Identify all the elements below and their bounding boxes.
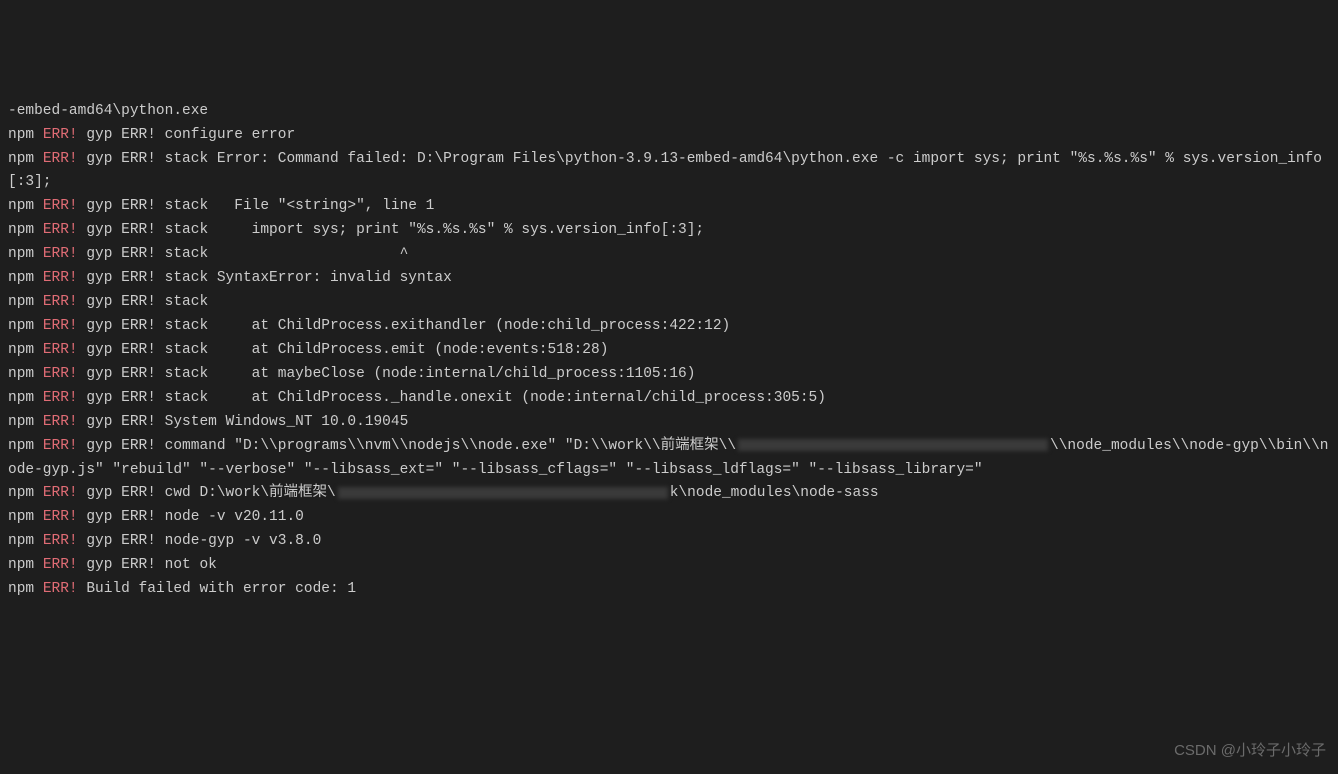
line-text: gyp ERR! command "D:\\programs\\nvm\\nod… (78, 438, 736, 454)
line-text: gyp ERR! stack at maybeClose (node:inter… (78, 366, 696, 382)
npm-prefix: npm (8, 533, 43, 549)
line-text: gyp ERR! stack at ChildProcess.exithandl… (78, 318, 731, 334)
err-label: ERR! (43, 366, 78, 382)
terminal-line: -embed-amd64\python.exe (8, 100, 1330, 124)
npm-prefix: npm (8, 151, 43, 167)
line-text: gyp ERR! not ok (78, 557, 217, 573)
line-text: gyp ERR! cwd D:\work\前端框架\ (78, 485, 336, 501)
line-text: gyp ERR! node -v v20.11.0 (78, 509, 304, 525)
err-label: ERR! (43, 222, 78, 238)
watermark-text: CSDN @小玲子小玲子 (1174, 739, 1326, 764)
npm-prefix: npm (8, 342, 43, 358)
line-text: gyp ERR! stack (78, 294, 209, 310)
npm-prefix: npm (8, 127, 43, 143)
terminal-line: npm ERR! gyp ERR! stack File "<string>",… (8, 195, 1330, 219)
err-label: ERR! (43, 485, 78, 501)
terminal-output: -embed-amd64\python.exe npm ERR! gyp ERR!… (8, 100, 1330, 602)
terminal-line: npm ERR! Build failed with error code: 1 (8, 578, 1330, 602)
line-text: gyp ERR! stack import sys; print "%s.%s.… (78, 222, 705, 238)
terminal-line: npm ERR! gyp ERR! stack at ChildProcess.… (8, 387, 1330, 411)
terminal-line: npm ERR! gyp ERR! stack ^ (8, 243, 1330, 267)
err-label: ERR! (43, 557, 78, 573)
line-text: gyp ERR! stack Error: Command failed: D:… (8, 151, 1322, 191)
npm-prefix: npm (8, 270, 43, 286)
err-label: ERR! (43, 581, 78, 597)
err-label: ERR! (43, 509, 78, 525)
err-label: ERR! (43, 318, 78, 334)
terminal-line: npm ERR! gyp ERR! node-gyp -v v3.8.0 (8, 530, 1330, 554)
redacted-path (338, 487, 668, 499)
npm-prefix: npm (8, 294, 43, 310)
redacted-path (738, 439, 1048, 451)
npm-prefix: npm (8, 222, 43, 238)
terminal-line: npm ERR! gyp ERR! not ok (8, 554, 1330, 578)
terminal-line: npm ERR! gyp ERR! configure error (8, 124, 1330, 148)
npm-prefix: npm (8, 485, 43, 501)
line-text: gyp ERR! stack File "<string>", line 1 (78, 198, 435, 214)
line-text: Build failed with error code: 1 (78, 581, 356, 597)
line-text: gyp ERR! stack ^ (78, 246, 409, 262)
terminal-line: npm ERR! gyp ERR! stack (8, 291, 1330, 315)
err-label: ERR! (43, 246, 78, 262)
terminal-line: npm ERR! gyp ERR! stack at ChildProcess.… (8, 315, 1330, 339)
terminal-line: npm ERR! gyp ERR! stack at ChildProcess.… (8, 339, 1330, 363)
err-label: ERR! (43, 270, 78, 286)
line-text: -embed-amd64\python.exe (8, 103, 208, 119)
err-label: ERR! (43, 414, 78, 430)
npm-prefix: npm (8, 246, 43, 262)
npm-prefix: npm (8, 581, 43, 597)
err-label: ERR! (43, 198, 78, 214)
terminal-line: npm ERR! gyp ERR! stack SyntaxError: inv… (8, 267, 1330, 291)
npm-prefix: npm (8, 198, 43, 214)
line-text: gyp ERR! stack at ChildProcess.emit (nod… (78, 342, 609, 358)
npm-prefix: npm (8, 414, 43, 430)
terminal-line: npm ERR! gyp ERR! stack Error: Command f… (8, 148, 1330, 196)
terminal-line: npm ERR! gyp ERR! stack at maybeClose (n… (8, 363, 1330, 387)
npm-prefix: npm (8, 557, 43, 573)
terminal-line: npm ERR! gyp ERR! command "D:\\programs\… (8, 435, 1330, 483)
line-text: gyp ERR! configure error (78, 127, 296, 143)
terminal-line: npm ERR! gyp ERR! stack import sys; prin… (8, 219, 1330, 243)
line-text: gyp ERR! System Windows_NT 10.0.19045 (78, 414, 409, 430)
err-label: ERR! (43, 127, 78, 143)
line-text: gyp ERR! node-gyp -v v3.8.0 (78, 533, 322, 549)
err-label: ERR! (43, 390, 78, 406)
terminal-line: npm ERR! gyp ERR! node -v v20.11.0 (8, 506, 1330, 530)
terminal-line: npm ERR! gyp ERR! System Windows_NT 10.0… (8, 411, 1330, 435)
err-label: ERR! (43, 151, 78, 167)
err-label: ERR! (43, 294, 78, 310)
npm-prefix: npm (8, 509, 43, 525)
err-label: ERR! (43, 342, 78, 358)
err-label: ERR! (43, 438, 78, 454)
terminal-line: npm ERR! gyp ERR! cwd D:\work\前端框架\ k\nod… (8, 482, 1330, 506)
err-label: ERR! (43, 533, 78, 549)
line-text: gyp ERR! stack SyntaxError: invalid synt… (78, 270, 452, 286)
line-text: k\node_modules\node-sass (670, 485, 879, 501)
npm-prefix: npm (8, 366, 43, 382)
line-text: gyp ERR! stack at ChildProcess._handle.o… (78, 390, 826, 406)
npm-prefix: npm (8, 438, 43, 454)
npm-prefix: npm (8, 390, 43, 406)
npm-prefix: npm (8, 318, 43, 334)
